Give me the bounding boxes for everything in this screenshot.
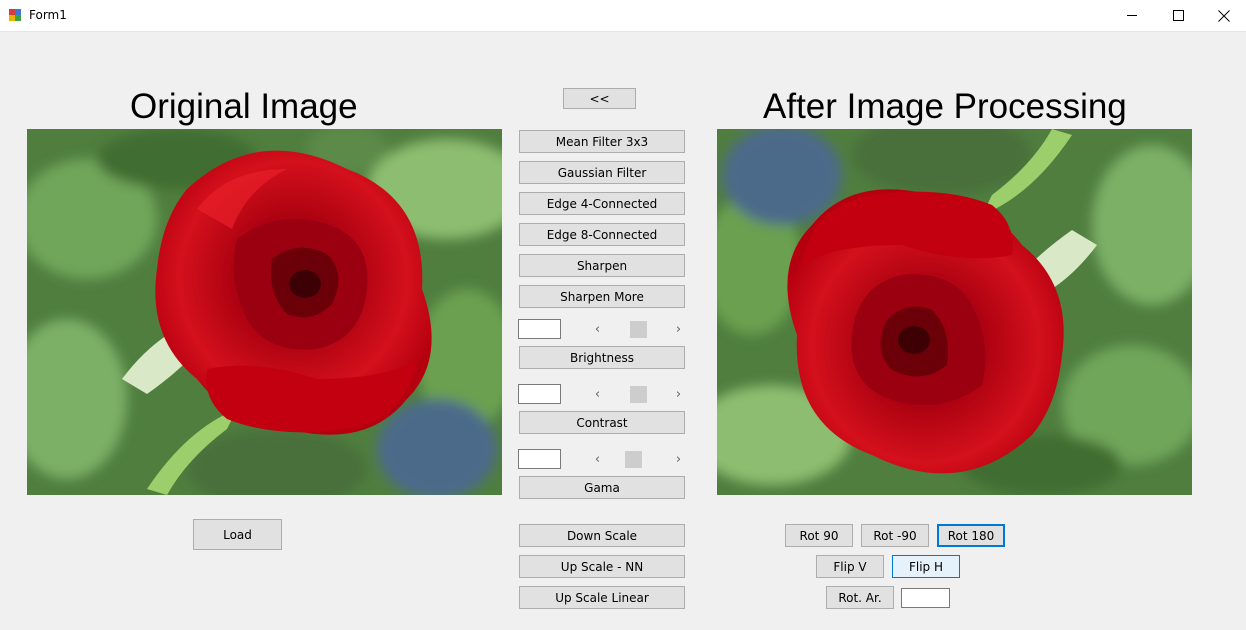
contrast-scrollbar[interactable]: ‹ › (589, 385, 687, 403)
brightness-value-input[interactable] (518, 319, 561, 339)
contrast-button[interactable]: Contrast (519, 411, 685, 434)
scroll-right-icon[interactable]: › (670, 385, 687, 403)
contrast-scroll-thumb[interactable] (629, 386, 647, 403)
load-button[interactable]: Load (193, 519, 282, 550)
title-bar: Form1 (0, 0, 1246, 32)
brightness-button[interactable]: Brightness (519, 346, 685, 369)
scroll-right-icon[interactable]: › (670, 450, 687, 468)
scroll-left-icon[interactable]: ‹ (589, 320, 606, 338)
down-scale-button[interactable]: Down Scale (519, 524, 685, 547)
rot-90-button[interactable]: Rot 90 (785, 524, 853, 547)
up-scale-nn-button[interactable]: Up Scale - NN (519, 555, 685, 578)
gamma-scroll-thumb[interactable] (624, 451, 642, 468)
original-image (27, 129, 502, 495)
gamma-scrollbar[interactable]: ‹ › (589, 450, 687, 468)
scroll-right-icon[interactable]: › (670, 320, 687, 338)
sharpen-button[interactable]: Sharpen (519, 254, 685, 277)
edge-4-connected-button[interactable]: Edge 4-Connected (519, 192, 685, 215)
edge-8-connected-button[interactable]: Edge 8-Connected (519, 223, 685, 246)
rotation-angle-input[interactable] (901, 588, 950, 608)
flip-v-button[interactable]: Flip V (816, 555, 884, 578)
mean-filter-button[interactable]: Mean Filter 3x3 (519, 130, 685, 153)
original-image-heading: Original Image (130, 87, 358, 126)
form-icon (9, 9, 21, 21)
flip-h-button[interactable]: Flip H (892, 555, 960, 578)
scroll-left-icon[interactable]: ‹ (589, 385, 606, 403)
brightness-scrollbar[interactable]: ‹ › (589, 320, 687, 338)
gamma-button[interactable]: Gama (519, 476, 685, 499)
contrast-value-input[interactable] (518, 384, 561, 404)
back-button[interactable]: << (563, 88, 636, 109)
gamma-value-input[interactable] (518, 449, 561, 469)
processed-image (717, 129, 1192, 495)
rot-180-button[interactable]: Rot 180 (937, 524, 1005, 547)
window-title: Form1 (29, 8, 67, 22)
close-icon[interactable] (1201, 0, 1246, 31)
up-scale-linear-button[interactable]: Up Scale Linear (519, 586, 685, 609)
scroll-left-icon[interactable]: ‹ (589, 450, 606, 468)
maximize-icon[interactable] (1155, 0, 1201, 31)
rotate-arbitrary-button[interactable]: Rot. Ar. (826, 586, 894, 609)
sharpen-more-button[interactable]: Sharpen More (519, 285, 685, 308)
minimize-icon[interactable] (1109, 0, 1155, 31)
processed-image-heading: After Image Processing (763, 87, 1127, 126)
rot-minus-90-button[interactable]: Rot -90 (861, 524, 929, 547)
brightness-scroll-thumb[interactable] (629, 321, 647, 338)
gaussian-filter-button[interactable]: Gaussian Filter (519, 161, 685, 184)
